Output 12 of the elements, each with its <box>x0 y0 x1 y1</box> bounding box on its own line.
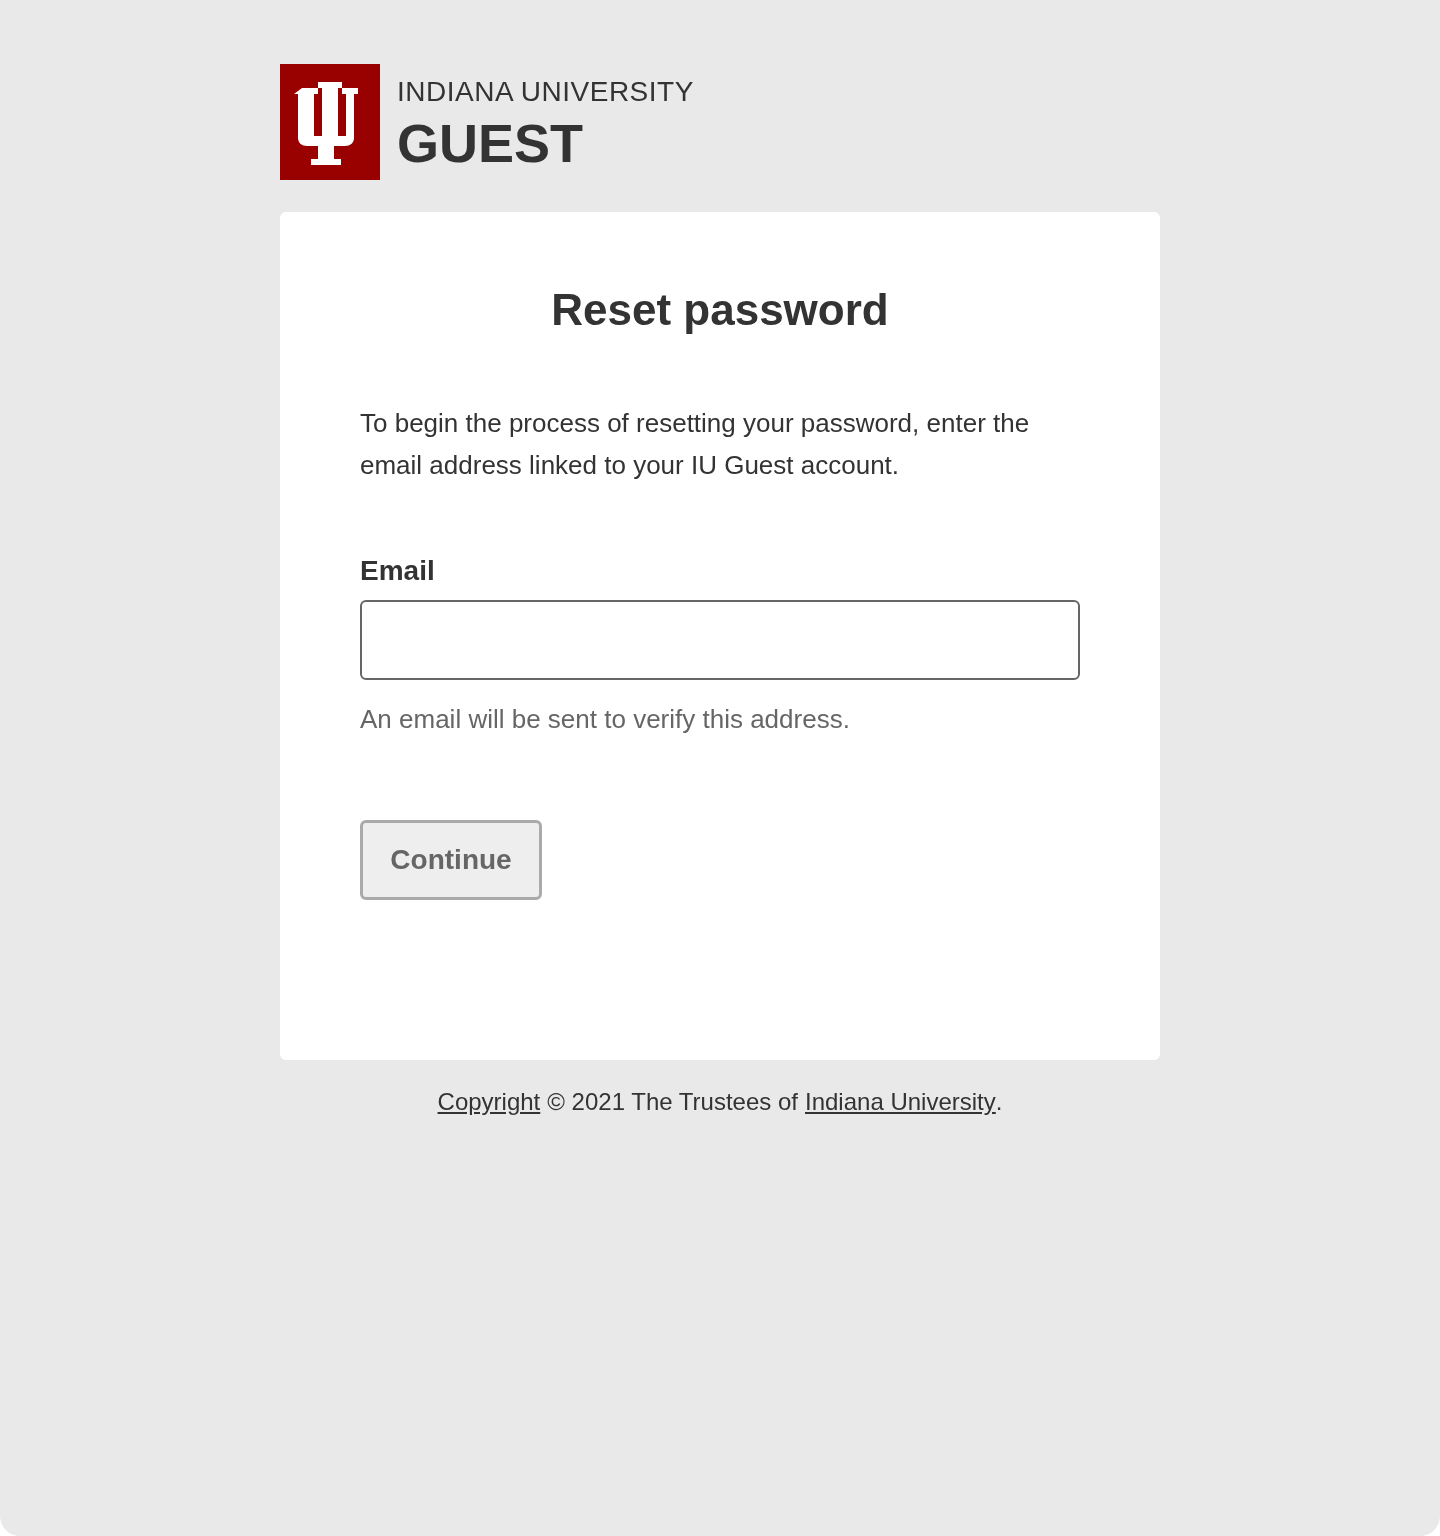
email-field[interactable] <box>360 600 1080 680</box>
page-title: Reset password <box>550 284 890 336</box>
university-link[interactable]: Indiana University <box>805 1084 996 1120</box>
product-name: GUEST <box>397 114 585 172</box>
field-label: Email <box>360 554 436 588</box>
footer-period: . <box>995 1087 1003 1117</box>
institution-name: INDIANA UNIVERSITY <box>397 75 694 109</box>
help-text: An email will be sent to verify this address. <box>360 703 851 736</box>
trident-logo-icon <box>280 64 380 180</box>
intro-text: To begin the process of resetting your password, enter the email address linked to your IU Guest account. <box>360 407 1031 482</box>
copyright-link[interactable]: Copyright <box>437 1084 541 1120</box>
copyright-text: © 2021 The Trustees of <box>547 1087 798 1117</box>
